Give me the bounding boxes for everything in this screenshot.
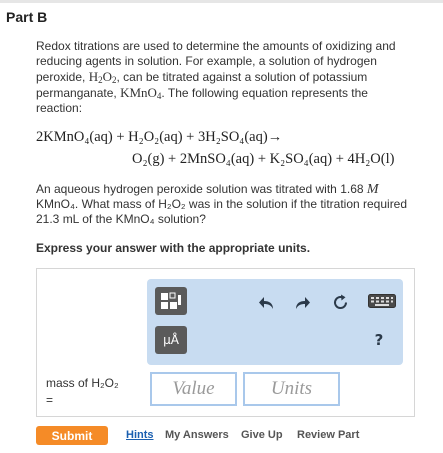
molarity-symbol: M [366,182,379,197]
units-icon[interactable]: μÅ [155,326,187,354]
undo-icon[interactable] [257,293,277,313]
equals-sign: = [46,393,54,407]
question-text-1: An aqueous hydrogen peroxide solution wa… [36,182,367,196]
problem-question: An aqueous hydrogen peroxide solution wa… [36,182,411,227]
hints-link[interactable]: Hints [126,429,154,441]
answer-label-text: mass of H₂O₂ [46,376,119,390]
equation-line-2: O₂(g) + 2MnSO₄(aq) + K₂SO₄(aq) + 4H₂O(l) [132,151,395,167]
math-toolbar: μÅ ? [147,279,403,365]
h2o2-formula: H2O2 [88,69,117,85]
answer-instruction: Express your answer with the appropriate… [36,241,311,255]
equation-line-1: 2KMnO₄(aq) + H₂O₂(aq) + 3H₂SO₄(aq)→ [36,129,283,145]
kmno4-formula: KMnO4 [120,85,162,101]
top-divider [0,0,443,3]
problem-intro: Redox titrations are used to determine t… [36,39,406,116]
value-input[interactable]: Value [150,372,237,406]
templates-icon[interactable] [155,287,187,315]
keyboard-icon[interactable] [367,291,397,311]
review-part-link[interactable]: Review Part [297,429,359,441]
my-answers-link[interactable]: My Answers [165,429,229,441]
units-input[interactable]: Units [243,372,340,406]
reset-icon[interactable] [330,292,350,312]
part-title: Part B [6,9,48,25]
help-icon[interactable]: ? [369,330,389,350]
submit-button[interactable]: Submit [36,426,108,445]
question-text-2: KMnO₄. What mass of H₂O₂ was in the solu… [36,197,408,226]
answer-label: mass of H₂O₂ = [46,376,119,408]
redo-icon[interactable] [292,293,312,313]
give-up-link[interactable]: Give Up [241,429,283,441]
